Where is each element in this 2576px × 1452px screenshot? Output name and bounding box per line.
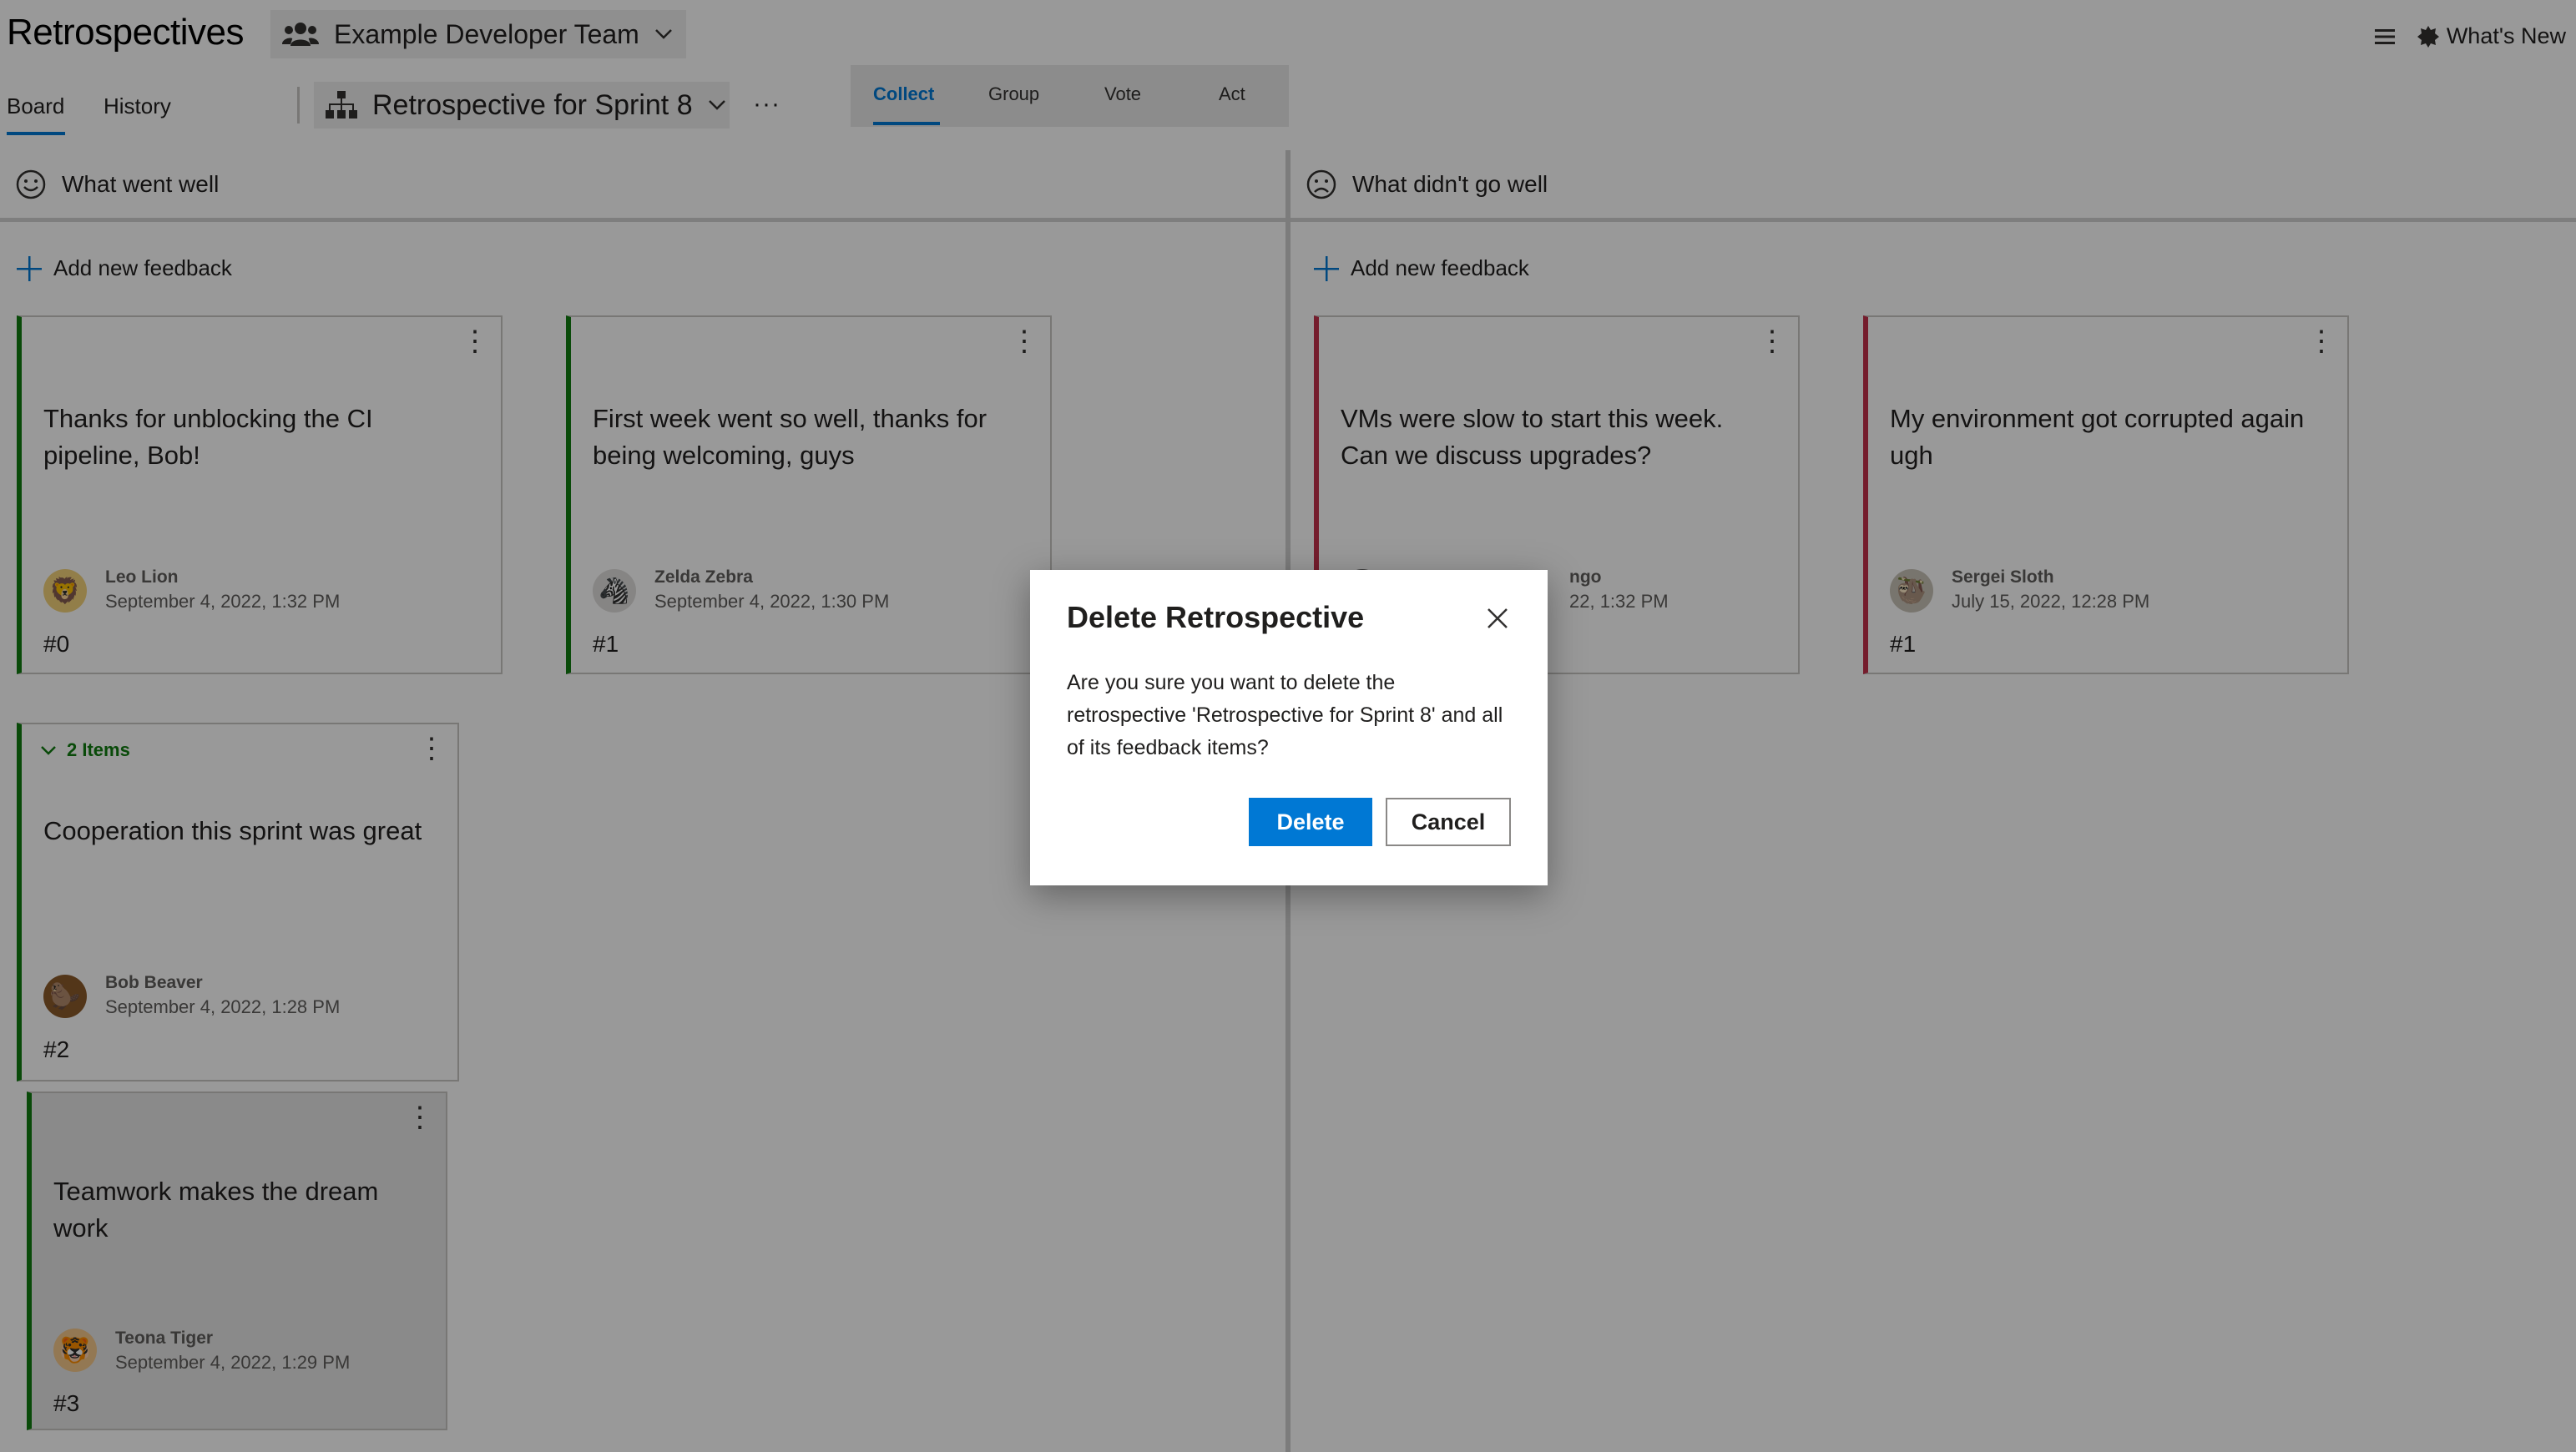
dialog-message: Are you sure you want to delete the retr… bbox=[1067, 671, 1503, 759]
cancel-button[interactable]: Cancel bbox=[1386, 798, 1511, 846]
dialog-title: Delete Retrospective bbox=[1067, 600, 1365, 634]
delete-retrospective-dialog: Delete Retrospective Are you sure you wa… bbox=[1030, 570, 1548, 885]
delete-button[interactable]: Delete bbox=[1249, 798, 1372, 846]
close-icon[interactable] bbox=[1481, 602, 1514, 635]
